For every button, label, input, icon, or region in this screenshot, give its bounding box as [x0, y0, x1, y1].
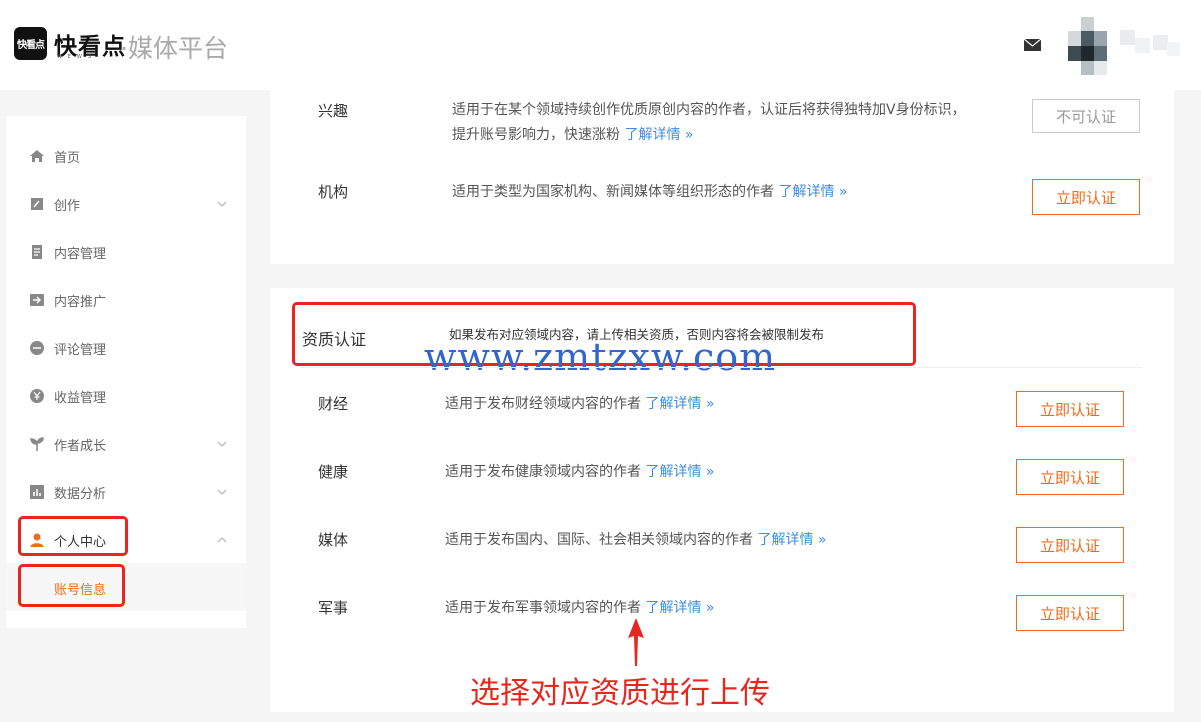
row-desc-text: 适用于发布财经领域内容的作者 — [445, 396, 641, 412]
learn-more-link[interactable]: 了解详情 » — [757, 532, 826, 548]
username-blurred — [1120, 30, 1180, 56]
section-divider — [300, 367, 1142, 368]
sidebar-item-comment-management[interactable]: 评论管理 — [6, 324, 246, 372]
chevron-up-icon — [217, 537, 227, 543]
sidebar-item-label: 评论管理 — [54, 342, 107, 358]
row-desc-text: 适用于发布国内、国际、社会相关领域内容的作者 — [445, 532, 753, 548]
learn-more-link[interactable]: 了解详情 » — [624, 127, 693, 143]
watermark-text: www.zmtzxw.com — [424, 335, 777, 379]
sidebar-item-label: 收益管理 — [54, 390, 107, 406]
sidebar-item-content-promotion[interactable]: 内容推广 — [6, 276, 246, 324]
logo-mark[interactable]: 快看点 — [14, 27, 47, 60]
sidebar-item-author-growth[interactable]: 作者成长 — [6, 420, 246, 468]
sidebar-item-label: 内容管理 — [54, 246, 107, 262]
row-title-health: 健康 — [318, 463, 349, 481]
sidebar-item-label: 首页 — [54, 150, 81, 166]
row-desc-finance: 适用于发布财经领域内容的作者 了解详情 » — [445, 392, 714, 417]
sprout-icon — [30, 437, 44, 451]
sidebar-item-content-management[interactable]: 内容管理 — [6, 228, 246, 276]
learn-more-link[interactable]: 了解详情 » — [778, 184, 847, 200]
row-title-interest: 兴趣 — [318, 102, 349, 120]
verify-now-button[interactable]: 立即认证 — [1016, 595, 1124, 631]
promote-icon — [30, 294, 44, 306]
row-title-media: 媒体 — [318, 531, 349, 549]
sidebar-item-home[interactable]: 首页 — [6, 132, 246, 180]
row-title-military: 军事 — [318, 599, 349, 617]
row-title-institution: 机构 — [318, 183, 349, 201]
not-verifiable-button[interactable]: 不可认证 — [1032, 99, 1140, 133]
chevron-down-icon — [217, 441, 227, 447]
row-desc-media: 适用于发布国内、国际、社会相关领域内容的作者 了解详情 » — [445, 528, 826, 553]
sidebar-item-create[interactable]: 创作 — [6, 180, 246, 228]
sidebar-item-label: 内容推广 — [54, 294, 107, 310]
row-desc-military: 适用于发布军事领域内容的作者 了解详情 » — [445, 596, 714, 621]
verify-now-button[interactable]: 立即认证 — [1016, 527, 1124, 563]
brand-subtitle: NEWS — [58, 54, 98, 60]
chart-icon — [30, 485, 44, 499]
learn-more-link[interactable]: 了解详情 » — [645, 396, 714, 412]
document-icon — [32, 245, 42, 259]
sidebar-item-data-analysis[interactable]: 数据分析 — [6, 468, 246, 516]
row-desc-health: 适用于发布健康领域内容的作者 了解详情 » — [445, 460, 714, 485]
row-desc-text: 适用于在某个领域持续创作优质原创内容的作者，认证后将获得独特加V身份标识，提升账… — [452, 102, 966, 143]
annotation-arrow-icon — [628, 618, 644, 666]
chevron-down-icon — [217, 489, 227, 495]
sidebar-item-label: 作者成长 — [54, 438, 107, 454]
sidebar-item-label: 数据分析 — [54, 486, 107, 502]
home-icon — [30, 150, 44, 162]
annotation-text: 选择对应资质进行上传 — [470, 676, 770, 711]
learn-more-link[interactable]: 了解详情 » — [645, 464, 714, 480]
chevron-down-icon — [217, 201, 227, 207]
platform-title: ·媒体平台 — [120, 34, 228, 63]
avatar[interactable] — [1068, 17, 1120, 75]
row-desc-text: 适用于发布健康领域内容的作者 — [445, 464, 641, 480]
sidebar-item-label: 创作 — [54, 198, 81, 214]
row-desc-text: 适用于类型为国家机构、新闻媒体等组织形态的作者 — [452, 184, 774, 200]
row-desc-interest: 适用于在某个领域持续创作优质原创内容的作者，认证后将获得独特加V身份标识，提升账… — [452, 98, 972, 148]
mail-icon[interactable] — [1024, 39, 1041, 51]
row-desc-institution: 适用于类型为国家机构、新闻媒体等组织形态的作者 了解详情 » — [452, 180, 972, 205]
yen-icon — [30, 389, 44, 403]
verify-now-button[interactable]: 立即认证 — [1032, 179, 1140, 215]
edit-icon — [31, 198, 43, 210]
comment-icon — [30, 341, 44, 355]
top-header: 快看点 快看点 NEWS ·媒体平台 — [0, 0, 1201, 90]
row-desc-text: 适用于发布军事领域内容的作者 — [445, 600, 641, 616]
verify-now-button[interactable]: 立即认证 — [1016, 459, 1124, 495]
highlight-box-personal-center — [18, 516, 128, 556]
learn-more-link[interactable]: 了解详情 » — [645, 600, 714, 616]
row-title-finance: 财经 — [318, 395, 349, 413]
sidebar-item-revenue-management[interactable]: 收益管理 — [6, 372, 246, 420]
verify-now-button[interactable]: 立即认证 — [1016, 391, 1124, 427]
highlight-box-account-info — [18, 564, 125, 607]
